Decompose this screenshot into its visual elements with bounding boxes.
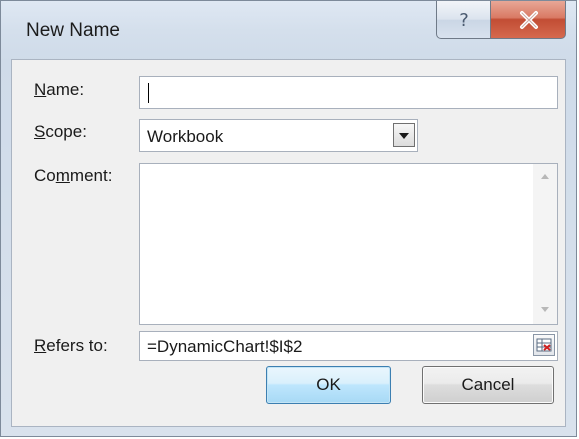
- svg-text:?: ?: [459, 10, 469, 31]
- new-name-dialog: New Name ? Name: Scope: Workbook Comment…: [0, 0, 577, 437]
- collapse-dialog-button[interactable]: [533, 334, 555, 356]
- close-button[interactable]: [490, 1, 566, 39]
- comment-label: Comment:: [34, 166, 113, 185]
- refers-to-label: Refers to:: [34, 336, 108, 355]
- refers-to-input[interactable]: =DynamicChart!$I$2: [139, 331, 558, 361]
- question-mark-icon: ?: [459, 10, 469, 31]
- cancel-button[interactable]: Cancel: [422, 366, 554, 404]
- close-x-icon: [520, 11, 538, 29]
- help-button[interactable]: ?: [436, 1, 491, 39]
- dropdown-arrow-button[interactable]: [393, 123, 415, 147]
- comment-scrollbar[interactable]: [533, 164, 557, 324]
- text-caret: [148, 83, 149, 103]
- dialog-title: New Name: [26, 20, 120, 41]
- name-label: Name:: [34, 80, 85, 99]
- range-select-icon: [536, 338, 552, 352]
- comment-textarea[interactable]: [139, 163, 558, 325]
- dialog-body: Name: Scope: Workbook Comment: Refers to…: [11, 59, 566, 427]
- name-input[interactable]: [139, 76, 558, 109]
- scope-value: Workbook: [147, 127, 224, 146]
- ok-button[interactable]: OK: [266, 366, 391, 404]
- scroll-arrows-icon: [541, 174, 549, 312]
- refers-to-value: =DynamicChart!$I$2: [147, 337, 303, 356]
- scope-label: Scope:: [34, 122, 87, 141]
- chevron-down-icon: [399, 133, 409, 139]
- title-bar[interactable]: New Name ?: [1, 1, 576, 57]
- scope-dropdown[interactable]: Workbook: [139, 119, 418, 152]
